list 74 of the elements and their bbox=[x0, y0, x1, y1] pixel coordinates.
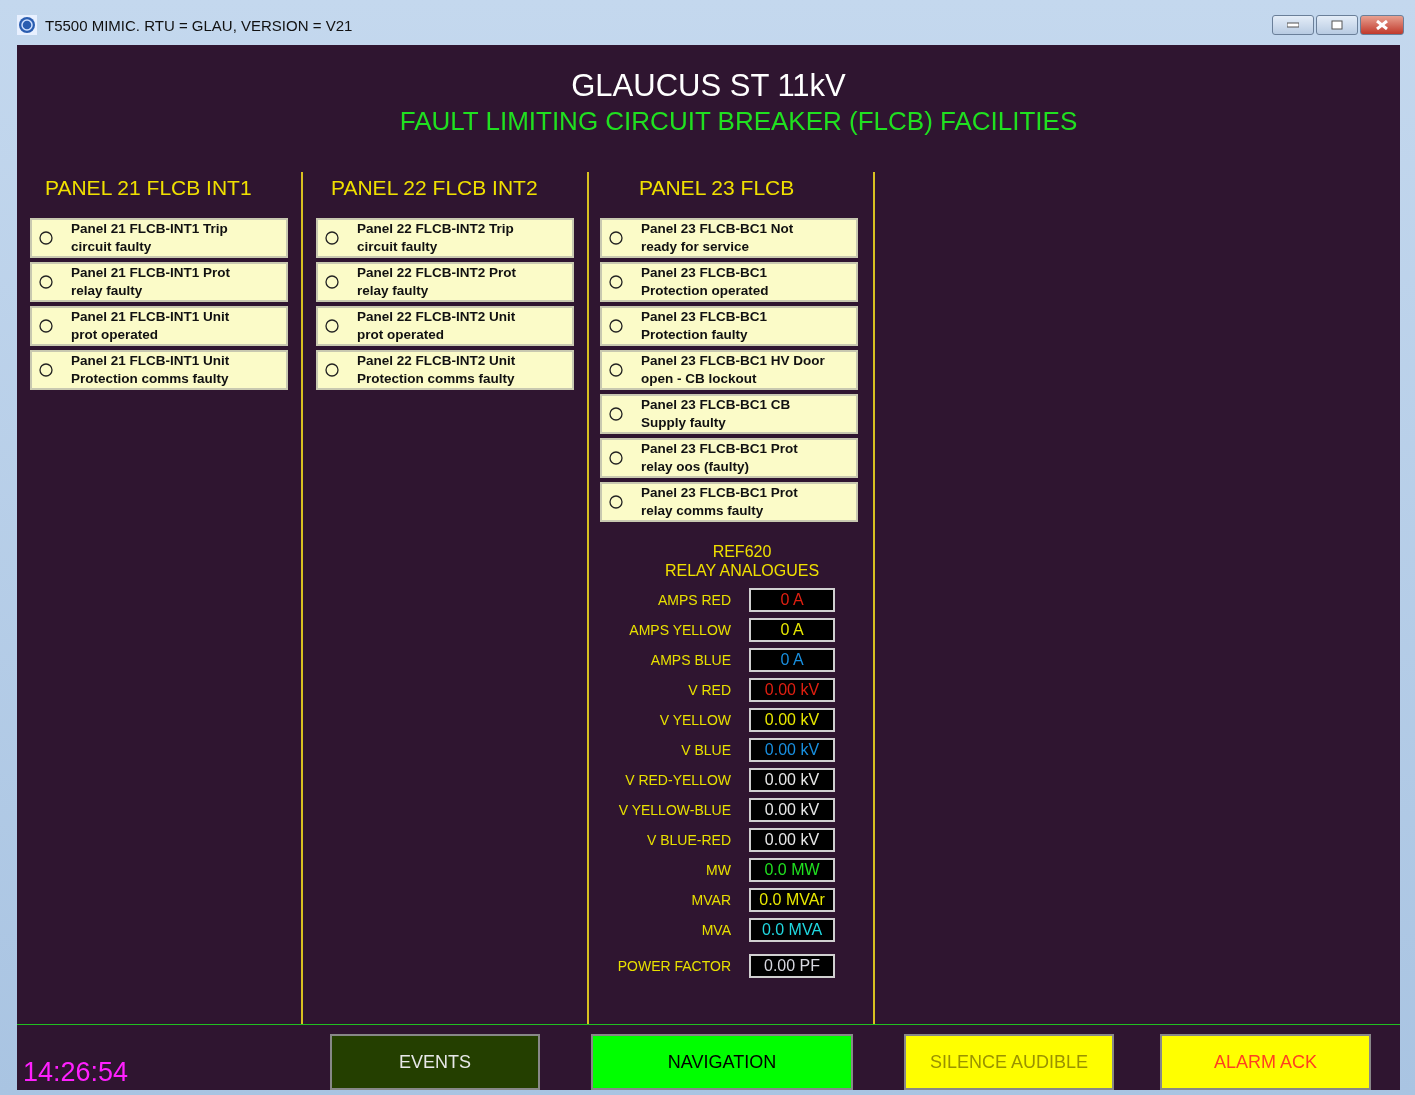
analogues-title: RELAY ANALOGUES bbox=[664, 561, 820, 580]
maximize-button[interactable] bbox=[1316, 15, 1358, 35]
measurement-value: 0 A bbox=[749, 588, 835, 612]
measurement-label: V RED bbox=[687, 682, 731, 698]
alarm-text: Panel 22 FLCB-INT2 Trip circuit faulty bbox=[357, 220, 515, 256]
indicator-ring-icon bbox=[609, 231, 623, 245]
alarm-text: Panel 21 FLCB-INT1 Unit prot operated bbox=[71, 308, 231, 344]
indicator-ring-icon bbox=[325, 363, 339, 377]
indicator-ring-icon bbox=[39, 231, 53, 245]
indicator-ring-icon bbox=[609, 319, 623, 333]
alarm-text: Panel 22 FLCB-INT2 Unit prot operated bbox=[357, 308, 517, 344]
measurement-label: POWER FACTOR bbox=[616, 958, 731, 974]
indicator-ring-icon bbox=[609, 363, 623, 377]
page-subtitle: FAULT LIMITING CIRCUIT BREAKER (FLCB) FACILITIES bbox=[398, 105, 1079, 137]
alarm-text: Panel 23 FLCB-BC1 CB Supply faulty bbox=[641, 396, 792, 432]
measurement-value: 0 A bbox=[749, 648, 835, 672]
analogues-title: REF620 bbox=[712, 542, 772, 561]
panel-title: PANEL 23 FLCB bbox=[639, 176, 795, 200]
measurement-label: V BLUE bbox=[680, 742, 731, 758]
measurement-label: MVAR bbox=[690, 892, 731, 908]
measurement-value: 0 A bbox=[749, 618, 835, 642]
alarm-text: Panel 23 FLCB-BC1 HV Door open - CB lockout bbox=[641, 352, 826, 388]
indicator-ring-icon bbox=[609, 451, 623, 465]
close-button[interactable] bbox=[1360, 15, 1404, 35]
measurement-value: 0.00 PF bbox=[749, 954, 835, 978]
measurement-label: V YELLOW-BLUE bbox=[617, 802, 731, 818]
close-icon bbox=[1375, 20, 1389, 30]
indicator-ring-icon bbox=[39, 275, 53, 289]
indicator-ring-icon bbox=[609, 495, 623, 509]
measurement-label: MW bbox=[705, 862, 731, 878]
indicator-ring-icon bbox=[39, 363, 53, 377]
measurement-label: MVA bbox=[700, 922, 731, 938]
measurement-label: V RED-YELLOW bbox=[624, 772, 731, 788]
alarm-text: Panel 23 FLCB-BC1 Protection faulty bbox=[641, 308, 769, 344]
minimize-button[interactable] bbox=[1272, 15, 1314, 35]
indicator-ring-icon bbox=[609, 407, 623, 421]
minimize-icon bbox=[1287, 22, 1299, 28]
measurement-label: AMPS RED bbox=[656, 592, 731, 608]
alarm-text: Panel 23 FLCB-BC1 Not ready for service bbox=[641, 220, 795, 256]
indicator-ring-icon bbox=[609, 275, 623, 289]
alarm-text: Panel 21 FLCB-INT1 Unit Protection comms faulty bbox=[71, 352, 231, 388]
measurement-value: 0.00 kV bbox=[749, 768, 835, 792]
measurement-value: 0.00 kV bbox=[749, 828, 835, 852]
measurement-value: 0.00 kV bbox=[749, 708, 835, 732]
alarm-text: Panel 21 FLCB-INT1 Trip circuit faulty bbox=[71, 220, 229, 256]
measurement-value: 0.0 MVAr bbox=[749, 888, 835, 912]
footer-button[interactable]: EVENTS bbox=[330, 1034, 540, 1090]
station-title: GLAUCUS ST 11kV bbox=[570, 67, 847, 105]
measurement-value: 0.0 MW bbox=[749, 858, 835, 882]
alarm-text: Panel 23 FLCB-BC1 Prot relay comms faulty bbox=[641, 484, 799, 520]
indicator-ring-icon bbox=[39, 319, 53, 333]
clock-time: 14:26:54 bbox=[23, 1057, 129, 1088]
measurement-value: 0.0 MVA bbox=[749, 918, 835, 942]
measurement-label: AMPS YELLOW bbox=[628, 622, 731, 638]
indicator-ring-icon bbox=[325, 231, 339, 245]
alarm-text: Panel 23 FLCB-BC1 Protection operated bbox=[641, 264, 770, 300]
indicator-ring-icon bbox=[325, 275, 339, 289]
measurement-value: 0.00 kV bbox=[749, 798, 835, 822]
alarm-text: Panel 22 FLCB-INT2 Unit Protection comms faulty bbox=[357, 352, 517, 388]
panel-title: PANEL 21 FLCB INT1 bbox=[45, 176, 252, 200]
alarm-text: Panel 22 FLCB-INT2 Prot relay faulty bbox=[357, 264, 518, 300]
measurement-value: 0.00 kV bbox=[749, 678, 835, 702]
measurement-label: V YELLOW bbox=[658, 712, 731, 728]
indicator-ring-icon bbox=[325, 319, 339, 333]
footer-button[interactable]: NAVIGATION bbox=[591, 1034, 853, 1090]
panel-title: PANEL 22 FLCB INT2 bbox=[331, 176, 538, 200]
window-title: T5500 MIMIC. RTU = GLAU, VERSION = V21 bbox=[45, 16, 353, 34]
measurement-label: V BLUE-RED bbox=[645, 832, 731, 848]
alarm-text: Panel 23 FLCB-BC1 Prot relay oos (faulty) bbox=[641, 440, 799, 476]
alarm-text: Panel 21 FLCB-INT1 Prot relay faulty bbox=[71, 264, 232, 300]
measurement-value: 0.00 kV bbox=[749, 738, 835, 762]
globe-icon bbox=[17, 15, 37, 35]
maximize-icon bbox=[1331, 20, 1343, 30]
measurement-label: AMPS BLUE bbox=[649, 652, 731, 668]
